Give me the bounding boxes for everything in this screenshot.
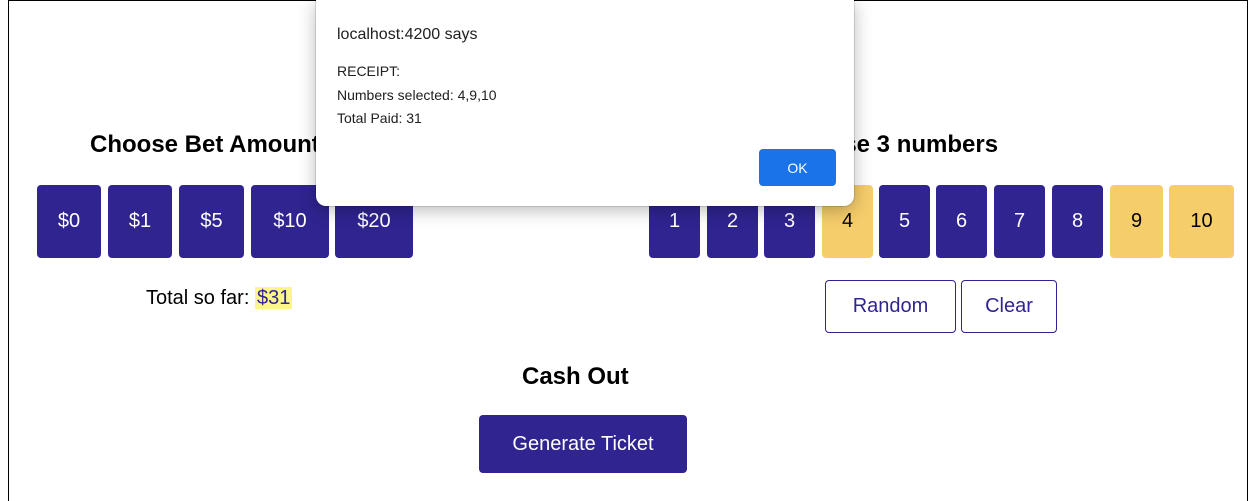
clear-button[interactable]: Clear: [961, 280, 1057, 333]
alert-dialog: localhost:4200 says RECEIPT: Numbers sel…: [316, 0, 854, 206]
bet-button-5[interactable]: $5: [179, 185, 244, 258]
cashout-heading: Cash Out: [522, 363, 629, 390]
bet-button-0[interactable]: $0: [37, 185, 101, 258]
number-button-8[interactable]: 8: [1052, 185, 1103, 258]
number-button-5[interactable]: 5: [879, 185, 930, 258]
generate-ticket-button[interactable]: Generate Ticket: [479, 415, 687, 473]
dialog-line-total: Total Paid: 31: [337, 110, 422, 126]
dialog-line-numbers: Numbers selected: 4,9,10: [337, 87, 497, 103]
total-so-far: Total so far: $31: [146, 287, 293, 310]
total-amount: $31: [254, 287, 293, 309]
number-button-9[interactable]: 9: [1110, 185, 1163, 258]
bet-button-1[interactable]: $1: [108, 185, 172, 258]
random-button[interactable]: Random: [825, 280, 956, 333]
dialog-title: localhost:4200 says: [337, 26, 478, 43]
number-button-7[interactable]: 7: [994, 185, 1045, 258]
dialog-ok-button[interactable]: OK: [759, 149, 836, 186]
number-button-10[interactable]: 10: [1169, 185, 1234, 258]
bet-heading: Choose Bet Amount: [90, 131, 320, 158]
dialog-line-receipt: RECEIPT:: [337, 63, 401, 79]
total-label: Total so far:: [146, 287, 250, 309]
number-button-6[interactable]: 6: [936, 185, 987, 258]
